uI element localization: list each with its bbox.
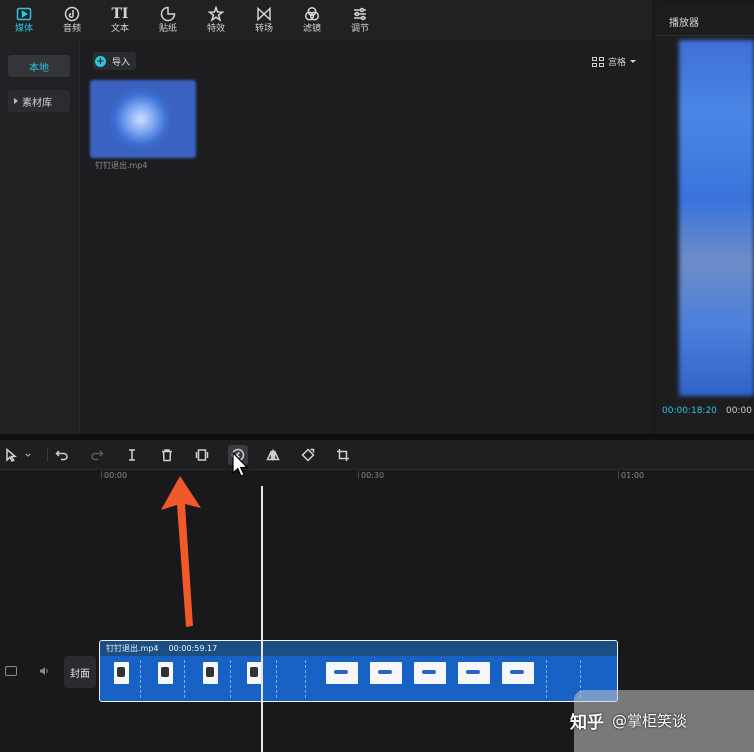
tab-transition-label: 转场 (254, 24, 273, 34)
clip-header: 钉钉退出.mp4 00:00:59.17 (100, 641, 617, 656)
player-preview[interactable] (679, 40, 754, 396)
undo-button[interactable] (52, 445, 72, 465)
clip-name: 钉钉退出.mp4 (106, 644, 159, 653)
clip-frame (414, 662, 446, 684)
text-icon: TI (111, 6, 129, 22)
freeze-frame-icon (195, 449, 209, 461)
watermark: 知乎 @掌柜笑谈 (570, 708, 687, 733)
tab-filter-label: 滤镜 (302, 24, 321, 34)
tab-effects-label: 特效 (206, 24, 225, 34)
import-label: 导入 (112, 57, 131, 68)
rotate-button[interactable] (298, 445, 318, 465)
clip-frame (114, 662, 129, 684)
clip-frame (247, 662, 262, 684)
playhead[interactable] (261, 486, 263, 752)
undo-icon (55, 450, 68, 461)
clip-frames (100, 656, 617, 701)
sidebar-item-local-label: 本地 (29, 62, 49, 74)
mirror-button[interactable] (263, 445, 283, 465)
tab-audio[interactable]: 音频 (48, 0, 96, 40)
crop-button[interactable] (333, 445, 353, 465)
split-icon (129, 449, 135, 461)
player-total-time: 00:00 (726, 406, 752, 416)
rotate-icon (301, 448, 315, 462)
track-visibility-icon[interactable] (5, 666, 17, 676)
toolbar-separator (47, 448, 48, 462)
ruler-label: 00:00 (104, 471, 128, 480)
tab-sticker-label: 贴纸 (158, 24, 177, 34)
mirror-icon (266, 449, 280, 461)
tab-effects[interactable]: 特效 (192, 0, 240, 40)
clip-frame (326, 662, 358, 684)
sidebar-item-library[interactable]: 素材库 (8, 90, 70, 112)
tab-filter[interactable]: 滤镜 (288, 0, 336, 40)
media-thumbnail[interactable] (90, 80, 196, 158)
tab-text[interactable]: TI 文本 (96, 0, 144, 40)
pointer-icon (6, 448, 17, 462)
delete-button[interactable] (157, 445, 177, 465)
tab-media-label: 媒体 (14, 24, 33, 34)
tab-adjust-label: 调节 (350, 24, 369, 34)
plus-icon: + (95, 55, 106, 67)
freeze-frame-button[interactable] (192, 445, 212, 465)
tab-adjust[interactable]: 调节 (336, 0, 384, 40)
chevron-down-icon (630, 60, 636, 63)
player-panel: 播放器 00:00:18:20 00:00 (655, 6, 754, 434)
video-clip[interactable]: 钉钉退出.mp4 00:00:59.17 (99, 640, 618, 702)
trash-icon (162, 449, 172, 462)
ruler-label: 00:30 (361, 471, 385, 480)
audio-icon (64, 6, 80, 22)
tab-transition[interactable]: 转场 (240, 0, 288, 40)
media-file-name: 钉钉退出.mp4 (95, 161, 148, 170)
clip-duration: 00:00:59.17 (168, 644, 218, 653)
watermark-site: 知乎 (570, 713, 604, 733)
caret-right-icon (14, 98, 18, 104)
mouse-cursor-icon (232, 452, 249, 477)
player-divider (655, 35, 754, 36)
tab-sticker[interactable]: 贴纸 (144, 0, 192, 40)
annotation-arrow-icon (161, 476, 201, 627)
watermark-author: @掌柜笑谈 (612, 712, 688, 730)
effects-icon (208, 6, 224, 22)
tab-audio-label: 音频 (62, 24, 81, 34)
chevron-down-icon (25, 453, 31, 457)
tab-text-label: 文本 (110, 24, 129, 34)
timeline-toolbar (0, 440, 754, 470)
sidebar-item-library-label: 素材库 (22, 97, 52, 109)
adjust-icon (354, 7, 366, 21)
transition-icon (257, 6, 271, 22)
clip-frame (458, 662, 490, 684)
clip-frame (370, 662, 402, 684)
player-title: 播放器 (669, 18, 699, 29)
media-icon (16, 7, 32, 21)
filter-icon (304, 6, 320, 21)
player-current-time: 00:00:18:20 (662, 406, 717, 416)
redo-button[interactable] (87, 445, 107, 465)
redo-icon (91, 450, 104, 461)
sidebar-item-local[interactable]: 本地 (8, 55, 70, 77)
import-button[interactable]: + 导入 (93, 52, 137, 70)
grid-icon (591, 56, 604, 67)
clip-frame (203, 662, 218, 684)
cover-label: 封面 (70, 668, 90, 680)
clip-frame (502, 662, 534, 684)
left-sidebar: 本地 素材库 (0, 40, 80, 434)
ruler-label: 01:00 (621, 471, 645, 480)
sticker-icon (160, 6, 176, 22)
select-tool-button[interactable] (2, 445, 40, 465)
tab-media[interactable]: 媒体 (0, 0, 48, 40)
view-mode-select[interactable]: 宫格 (591, 55, 636, 68)
time-ruler[interactable]: 00:00 00:30 01:00 (0, 471, 754, 483)
view-mode-label: 宫格 (607, 58, 626, 68)
split-button[interactable] (122, 445, 142, 465)
top-toolbar: 媒体 音频 TI 文本 贴纸 特效 转场 滤镜 调节 (0, 0, 652, 40)
clip-frame (158, 662, 173, 684)
crop-icon (337, 449, 349, 461)
media-panel: + 导入 宫格 钉钉退出.mp4 (81, 40, 652, 434)
speaker-icon[interactable] (39, 666, 49, 676)
cover-button[interactable]: 封面 (64, 656, 96, 688)
